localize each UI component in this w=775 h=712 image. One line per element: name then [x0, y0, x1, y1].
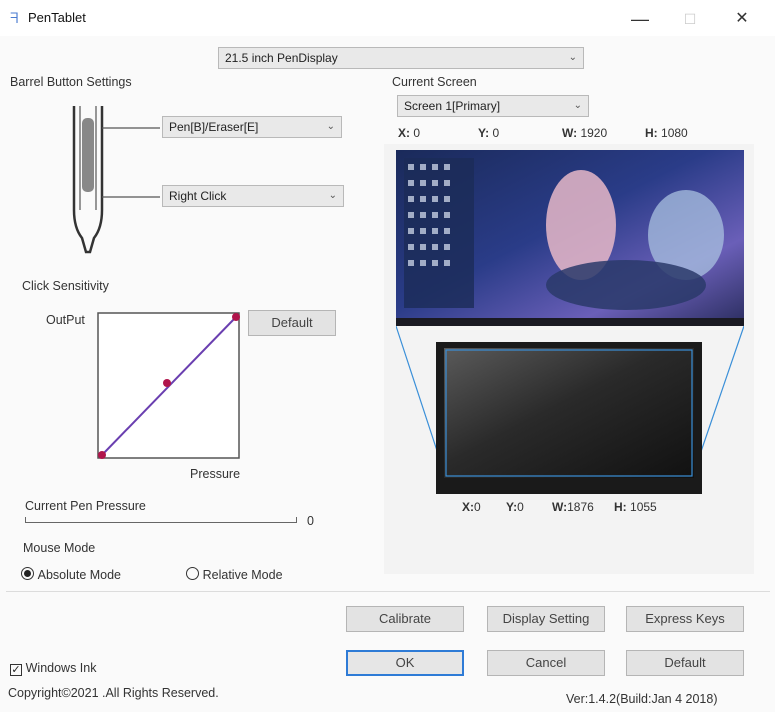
screen-x: X: 0	[398, 126, 421, 140]
mapping-preview	[396, 150, 744, 494]
upper-barrel-button-select[interactable]: Pen[B]/Eraser[E] ⌄	[162, 116, 342, 138]
area-y: Y:0	[506, 500, 524, 514]
pressure-axis-label: Pressure	[190, 467, 241, 481]
current-screen-heading: Current Screen	[392, 75, 477, 89]
barrel-settings-heading: Barrel Button Settings	[10, 75, 132, 89]
radio-unchecked-icon	[186, 567, 199, 580]
relative-mode-radio[interactable]: Relative Mode	[186, 567, 283, 582]
chevron-down-icon: ⌄	[573, 100, 582, 111]
screen-w: W: 1920	[562, 126, 608, 140]
screen-h: H: 1080	[645, 126, 688, 140]
radio-checked-icon	[21, 567, 34, 580]
desktop-wallpaper-image	[396, 150, 744, 326]
divider	[6, 591, 770, 592]
calibrate-button[interactable]: Calibrate	[346, 606, 464, 632]
checkbox-checked-icon: ✓	[10, 664, 22, 676]
upper-barrel-button-value: Pen[B]/Eraser[E]	[169, 120, 259, 134]
output-axis-label: OutPut	[46, 313, 85, 327]
curve-handle-mid[interactable]	[163, 379, 171, 387]
pen-illustration-icon	[72, 106, 160, 254]
close-button[interactable]: ✕	[728, 8, 756, 30]
chevron-down-icon: ⌄	[326, 121, 335, 132]
sensitivity-curve[interactable]	[97, 312, 241, 460]
click-sensitivity-heading: Click Sensitivity	[22, 279, 109, 293]
curve-handle-low[interactable]	[98, 451, 106, 459]
cancel-button[interactable]: Cancel	[487, 650, 605, 676]
copyright-text: Copyright©2021 .All Rights Reserved.	[8, 686, 219, 700]
chevron-down-icon: ⌄	[328, 190, 337, 201]
window-title: PenTablet	[28, 10, 86, 25]
sensitivity-default-button[interactable]: Default	[248, 310, 336, 336]
chevron-down-icon: ⌄	[568, 52, 577, 63]
area-x: X:0	[462, 500, 481, 514]
default-button[interactable]: Default	[626, 650, 744, 676]
screen-y: Y: 0	[478, 126, 500, 140]
pentablet-window: ᖷ PenTablet — ☐ ✕ 21.5 inch PenDisplay ⌄…	[0, 0, 775, 712]
ok-button[interactable]: OK	[346, 650, 464, 676]
windows-ink-checkbox[interactable]: ✓ Windows Ink	[10, 660, 96, 676]
lower-barrel-button-value: Right Click	[169, 189, 227, 203]
lower-barrel-button-select[interactable]: Right Click ⌄	[162, 185, 344, 207]
pen-display-image	[436, 342, 702, 494]
maximize-button[interactable]: ☐	[676, 8, 704, 30]
title-bar[interactable]	[0, 0, 775, 36]
device-select-value: 21.5 inch PenDisplay	[225, 51, 338, 65]
express-keys-button[interactable]: Express Keys	[626, 606, 744, 632]
minimize-button[interactable]: —	[626, 8, 654, 30]
absolute-mode-radio[interactable]: Absolute Mode	[21, 567, 121, 582]
app-icon: ᖷ	[10, 10, 19, 26]
windows-ink-label: Windows Ink	[25, 661, 97, 675]
area-h: H: 1055	[614, 500, 657, 514]
device-select[interactable]: 21.5 inch PenDisplay ⌄	[218, 47, 584, 69]
area-w: W:1876	[552, 500, 594, 514]
screen-select-value: Screen 1[Primary]	[404, 99, 501, 113]
current-pen-pressure-heading: Current Pen Pressure	[25, 499, 146, 513]
screen-select[interactable]: Screen 1[Primary] ⌄	[397, 95, 589, 117]
display-setting-button[interactable]: Display Setting	[487, 606, 605, 632]
relative-mode-label: Relative Mode	[202, 568, 283, 582]
pen-pressure-bar	[25, 517, 297, 523]
mouse-mode-heading: Mouse Mode	[23, 541, 96, 555]
absolute-mode-label: Absolute Mode	[37, 568, 122, 582]
pen-pressure-value: 0	[307, 514, 314, 528]
curve-handle-high[interactable]	[232, 313, 240, 321]
version-text: Ver:1.4.2(Build:Jan 4 2018)	[566, 692, 718, 706]
